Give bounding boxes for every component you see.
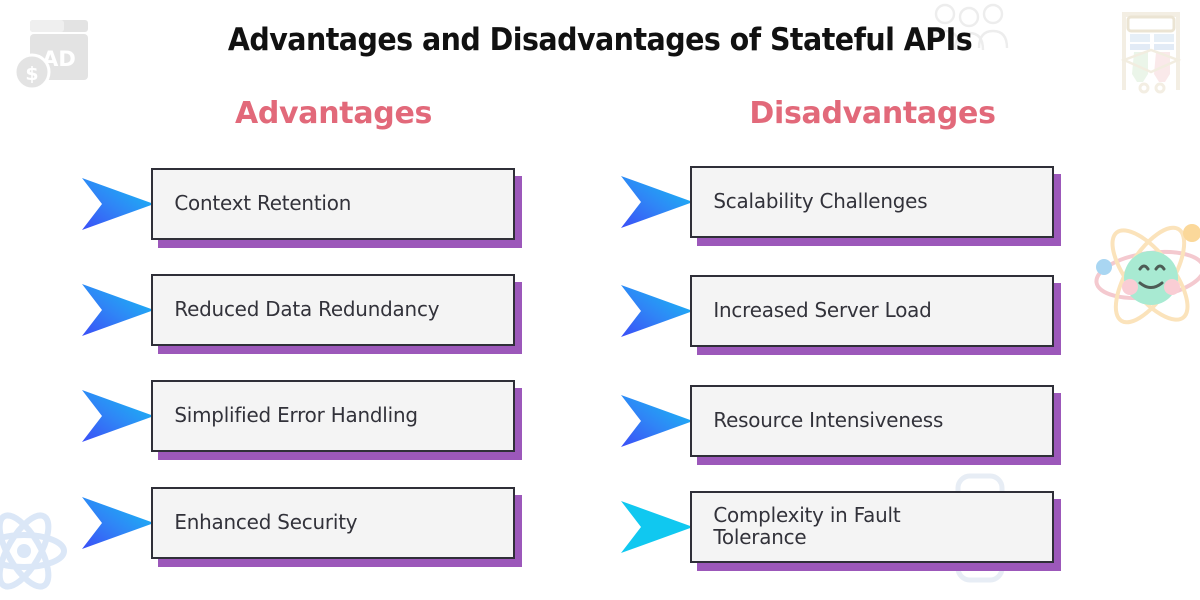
item-label: Complexity in Fault Tolerance: [713, 503, 901, 549]
box-body[interactable]: Scalability Challenges: [690, 166, 1054, 238]
arrow-icon: [619, 393, 693, 449]
page-title: Advantages and Disadvantages of Stateful…: [227, 22, 973, 58]
arrow-icon: [619, 283, 693, 339]
arrow-icon: [80, 176, 154, 232]
item-box[interactable]: Enhanced Security: [151, 487, 522, 567]
box-body[interactable]: Context Retention: [151, 168, 515, 240]
item-label: Enhanced Security: [174, 510, 358, 535]
infographic-canvas: AD $ Advantages and Disadvantages of Sta…: [0, 0, 1200, 600]
box-body[interactable]: Enhanced Security: [151, 487, 515, 559]
arrow-icon: [80, 388, 154, 444]
item-label: Resource Intensiveness: [713, 408, 944, 433]
atom-smiley-icon: [1094, 224, 1200, 325]
box-body[interactable]: Complexity in Fault Tolerance: [690, 491, 1054, 563]
item-label: Scalability Challenges: [713, 189, 928, 214]
arrow-icon: [80, 282, 154, 338]
item-label: Reduced Data Redundancy: [174, 297, 440, 322]
item-box[interactable]: Reduced Data Redundancy: [151, 274, 522, 354]
item-label: Context Retention: [174, 191, 352, 216]
item-box[interactable]: Complexity in Fault Tolerance: [690, 491, 1061, 571]
item-box[interactable]: Context Retention: [151, 168, 522, 248]
column-heading-advantages: Advantages: [234, 96, 433, 131]
item-box[interactable]: Increased Server Load: [690, 275, 1061, 355]
item-box[interactable]: Scalability Challenges: [690, 166, 1061, 246]
item-label: Simplified Error Handling: [174, 403, 418, 428]
column-heading-disadvantages: Disadvantages: [749, 96, 996, 131]
box-body[interactable]: Increased Server Load: [690, 275, 1054, 347]
arrow-icon: [80, 495, 154, 551]
arrow-icon: [619, 174, 693, 230]
arrow-icon: [619, 499, 693, 555]
item-box[interactable]: Simplified Error Handling: [151, 380, 522, 460]
item-label: Increased Server Load: [713, 298, 932, 323]
box-body[interactable]: Resource Intensiveness: [690, 385, 1054, 457]
box-body[interactable]: Simplified Error Handling: [151, 380, 515, 452]
svg-text:$: $: [25, 63, 38, 85]
box-body[interactable]: Reduced Data Redundancy: [151, 274, 515, 346]
item-box[interactable]: Resource Intensiveness: [690, 385, 1061, 465]
